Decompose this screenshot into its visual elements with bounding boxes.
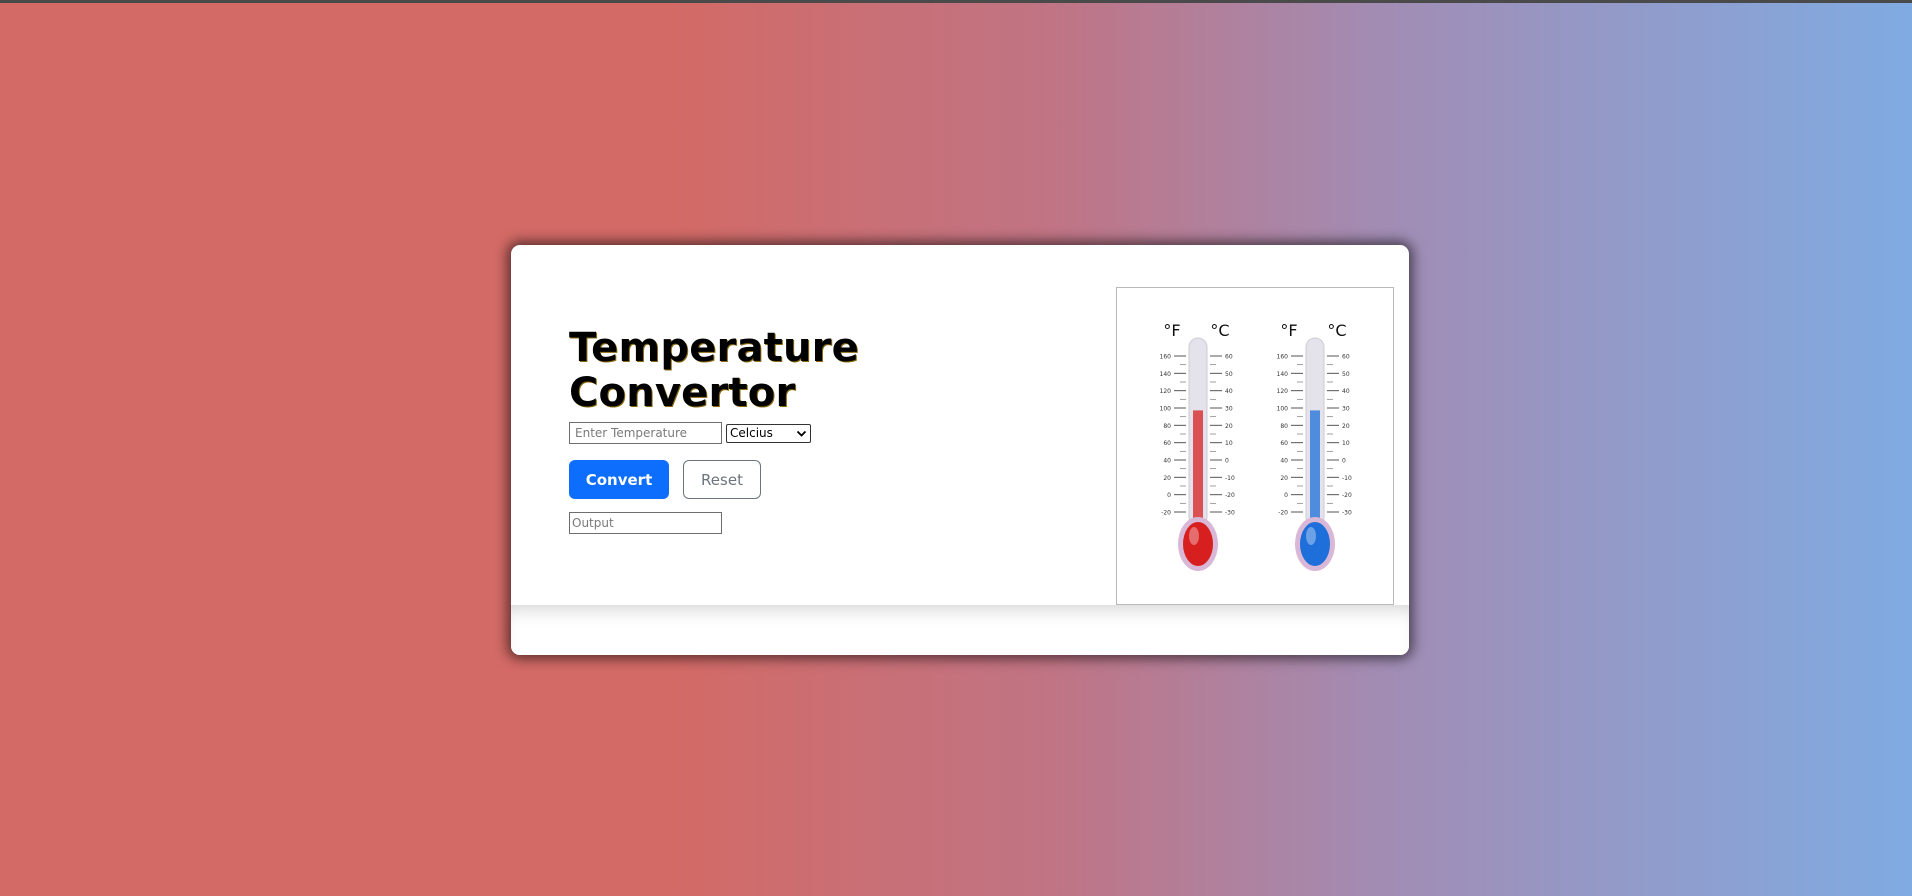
fahrenheit-tick-label: 20 <box>1163 475 1171 482</box>
fahrenheit-label: °F <box>1280 321 1297 340</box>
celsius-tick-label: 10 <box>1342 440 1350 447</box>
celsius-tick-label: -10 <box>1342 475 1352 482</box>
unit-select[interactable]: Celcius <box>726 423 811 443</box>
fahrenheit-tick-label: -20 <box>1161 510 1171 517</box>
input-row: Celcius <box>569 422 989 444</box>
thermometer-bulb <box>1300 522 1330 566</box>
fahrenheit-label: °F <box>1163 321 1180 340</box>
celsius-label: °C <box>1327 321 1346 340</box>
fahrenheit-tick-label: 80 <box>1280 423 1288 430</box>
thermometer-fill <box>1310 410 1320 526</box>
celsius-tick-label: -30 <box>1342 510 1352 517</box>
celsius-tick-label: -20 <box>1225 492 1235 499</box>
bulb-highlight <box>1189 527 1199 545</box>
celsius-tick-label: 0 <box>1225 458 1229 465</box>
fahrenheit-tick-label: -20 <box>1278 510 1288 517</box>
fahrenheit-tick-label: 120 <box>1160 388 1172 395</box>
fahrenheit-tick-label: 140 <box>1277 371 1289 378</box>
celsius-tick-label: 30 <box>1225 406 1233 413</box>
card-footer <box>511 605 1409 655</box>
fahrenheit-tick-label: 100 <box>1160 406 1172 413</box>
bulb-highlight <box>1306 527 1316 545</box>
thermometer: °F °C 160 60 140 50 120 40 100 30 80 20 60 10 40 0 20 -10… <box>1277 321 1352 571</box>
fahrenheit-tick-label: 80 <box>1163 423 1171 430</box>
fahrenheit-tick-label: 40 <box>1280 458 1288 465</box>
reset-button[interactable]: Reset <box>683 460 761 499</box>
fahrenheit-tick-label: 0 <box>1284 492 1288 499</box>
unit-select-value: Celcius <box>730 426 773 440</box>
page-title: Temperature Convertor <box>569 325 859 416</box>
convert-button[interactable]: Convert <box>569 460 669 499</box>
fahrenheit-tick-label: 0 <box>1167 492 1171 499</box>
thermometer-fill <box>1193 410 1203 526</box>
celsius-tick-label: 0 <box>1342 458 1346 465</box>
celsius-tick-label: 10 <box>1225 440 1233 447</box>
celsius-tick-label: -20 <box>1342 492 1352 499</box>
fahrenheit-tick-label: 60 <box>1280 440 1288 447</box>
fahrenheit-tick-label: 100 <box>1277 406 1289 413</box>
celsius-tick-label: 60 <box>1225 354 1233 361</box>
fahrenheit-tick-label: 140 <box>1160 371 1172 378</box>
celsius-tick-label: -10 <box>1225 475 1235 482</box>
celsius-tick-label: -30 <box>1225 510 1235 517</box>
celsius-tick-label: 50 <box>1225 371 1233 378</box>
celsius-tick-label: 60 <box>1342 354 1350 361</box>
chevron-down-icon <box>796 428 807 439</box>
temperature-input[interactable] <box>569 422 722 444</box>
celsius-tick-label: 40 <box>1225 388 1233 395</box>
celsius-tick-label: 20 <box>1342 423 1350 430</box>
celsius-tick-label: 30 <box>1342 406 1350 413</box>
fahrenheit-tick-label: 20 <box>1280 475 1288 482</box>
fahrenheit-tick-label: 160 <box>1160 354 1172 361</box>
fahrenheit-tick-label: 120 <box>1277 388 1289 395</box>
thermometers-image: °F °C160 60140 50120 40100 3080 2060 1040 020 -10… <box>1160 321 1352 571</box>
thermometer-bulb <box>1183 522 1213 566</box>
celsius-tick-label: 50 <box>1342 371 1350 378</box>
button-row: Convert Reset <box>569 460 989 499</box>
thermometer: °F °C 160 60 140 50 120 40 100 30 80 20 60 10 40 0 20 -10… <box>1160 321 1235 571</box>
converter-form: Temperature Convertor Celcius Convert Re… <box>569 326 989 534</box>
fahrenheit-tick-label: 40 <box>1163 458 1171 465</box>
fahrenheit-tick-label: 60 <box>1163 440 1171 447</box>
converter-card: Temperature Convertor Celcius Convert Re… <box>511 245 1409 655</box>
fahrenheit-tick-label: 160 <box>1277 354 1289 361</box>
celsius-tick-label: 20 <box>1225 423 1233 430</box>
thermometer-illustration: °F °C 160 60 140 50 120 40 100 30 80 20 60 10 40 0 20 -10… <box>1116 287 1394 605</box>
output-field[interactable] <box>569 512 722 534</box>
celsius-label: °C <box>1210 321 1229 340</box>
celsius-tick-label: 40 <box>1342 388 1350 395</box>
